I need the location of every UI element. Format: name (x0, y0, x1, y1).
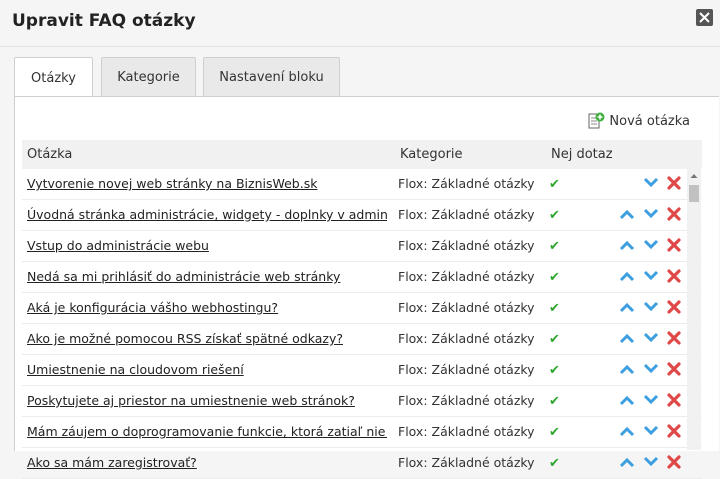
delete-icon[interactable] (667, 393, 681, 410)
column-header-top-question: Nej dotaz (551, 147, 613, 162)
table-row: Nedá sa mi prihlásiť do administrácie we… (22, 262, 702, 293)
question-link[interactable]: Nedá sa mi prihlásiť do administrácie we… (27, 269, 387, 284)
question-link[interactable]: Umiestnenie na cloudovom riešení (27, 362, 387, 377)
table-body: Vytvorenie novej web stránky na BiznisWe… (22, 169, 702, 479)
question-link[interactable]: Vytvorenie novej web stránky na BiznisWe… (27, 176, 387, 191)
category-cell: Flox: Základné otázky (398, 238, 535, 253)
question-link[interactable]: Ako je možné pomocou RSS získať spätné o… (27, 331, 387, 346)
question-link[interactable]: Mám záujem o doprogramovanie funkcie, kt… (27, 424, 387, 439)
column-header-category: Kategorie (400, 147, 463, 162)
category-cell: Flox: Základné otázky (398, 362, 535, 377)
check-icon: ✔ (549, 425, 560, 440)
table-row: Mám záujem o doprogramovanie funkcie, kt… (22, 417, 702, 448)
add-question-button[interactable]: Nová otázka (587, 110, 690, 132)
delete-icon[interactable] (667, 455, 681, 472)
move-up-icon[interactable] (619, 239, 635, 254)
dialog-titlebar: Upravit FAQ otázky (0, 0, 720, 47)
faq-table: Otázka Kategorie Nej dotaz Vytvorenie no… (22, 140, 702, 479)
move-down-icon[interactable] (643, 177, 659, 192)
check-icon: ✔ (549, 270, 560, 285)
move-up-icon[interactable] (619, 425, 635, 440)
table-row: Vstup do administrácie webu Flox: Základn… (22, 231, 702, 262)
move-up-icon[interactable] (619, 332, 635, 347)
table-row: Poskytujete aj priestor na umiestnenie w… (22, 386, 702, 417)
move-down-icon[interactable] (643, 239, 659, 254)
category-cell: Flox: Základné otázky (398, 331, 535, 346)
move-down-icon[interactable] (643, 270, 659, 285)
check-icon: ✔ (549, 456, 560, 471)
check-icon: ✔ (549, 239, 560, 254)
move-down-icon[interactable] (643, 456, 659, 471)
table-row: Umiestnenie na cloudovom riešení Flox: Zá… (22, 355, 702, 386)
move-down-icon[interactable] (643, 332, 659, 347)
check-icon: ✔ (549, 208, 560, 223)
move-down-icon[interactable] (643, 208, 659, 223)
vertical-scrollbar[interactable] (687, 169, 701, 450)
category-cell: Flox: Základné otázky (398, 176, 535, 191)
category-cell: Flox: Základné otázky (398, 300, 535, 315)
check-icon: ✔ (549, 332, 560, 347)
move-up-icon[interactable] (619, 208, 635, 223)
question-link[interactable]: Vstup do administrácie webu (27, 238, 387, 253)
check-icon: ✔ (549, 301, 560, 316)
question-link[interactable]: Ako sa mám zaregistrovať? (27, 455, 387, 470)
tab-kategorie[interactable]: Kategorie (101, 57, 196, 96)
table-row: Aká je konfigurácia vášho webhostingu? Fl… (22, 293, 702, 324)
question-link[interactable]: Úvodná stránka administrácie, widgety - … (27, 207, 387, 222)
move-up-icon[interactable] (619, 270, 635, 285)
table-row: Úvodná stránka administrácie, widgety - … (22, 200, 702, 231)
scrollbar-thumb[interactable] (689, 185, 699, 202)
table-row: Vytvorenie novej web stránky na BiznisWe… (22, 169, 702, 200)
add-question-label: Nová otázka (609, 113, 690, 129)
check-icon: ✔ (549, 394, 560, 409)
category-cell: Flox: Základné otázky (398, 455, 535, 470)
category-cell: Flox: Základné otázky (398, 269, 535, 284)
move-up-icon[interactable] (619, 394, 635, 409)
column-header-question: Otázka (27, 147, 73, 162)
table-row: Ako je možné pomocou RSS získať spätné o… (22, 324, 702, 355)
category-cell: Flox: Základné otázky (398, 393, 535, 408)
tab-otazky[interactable]: Otázky (14, 57, 93, 98)
tab-nastaveni-bloku[interactable]: Nastavení bloku (203, 57, 340, 96)
delete-icon[interactable] (667, 331, 681, 348)
edit-faq-dialog: Upravit FAQ otázky Otázky Kategorie Nast… (0, 0, 720, 479)
check-icon: ✔ (549, 363, 560, 378)
check-icon: ✔ (549, 177, 560, 192)
move-up-icon[interactable] (619, 301, 635, 316)
move-down-icon[interactable] (643, 301, 659, 316)
category-cell: Flox: Základné otázky (398, 207, 535, 222)
delete-icon[interactable] (667, 238, 681, 255)
delete-icon[interactable] (667, 176, 681, 193)
delete-icon[interactable] (667, 362, 681, 379)
dialog-title: Upravit FAQ otázky (12, 11, 196, 31)
delete-icon[interactable] (667, 269, 681, 286)
question-link[interactable]: Aká je konfigurácia vášho webhostingu? (27, 300, 387, 315)
move-down-icon[interactable] (643, 363, 659, 378)
question-link[interactable]: Poskytujete aj priestor na umiestnenie w… (27, 393, 387, 408)
move-down-icon[interactable] (643, 425, 659, 440)
delete-icon[interactable] (667, 207, 681, 224)
category-cell: Flox: Základné otázky (398, 424, 535, 439)
close-icon[interactable] (696, 9, 713, 26)
move-up-icon[interactable] (619, 363, 635, 378)
move-up-icon[interactable] (619, 456, 635, 471)
add-document-icon (588, 112, 605, 129)
scroll-up-arrow-icon[interactable] (687, 169, 701, 183)
table-header: Otázka Kategorie Nej dotaz (22, 140, 702, 169)
delete-icon[interactable] (667, 300, 681, 317)
table-row: Ako sa mám zaregistrovať? Flox: Základné … (22, 448, 702, 479)
delete-icon[interactable] (667, 424, 681, 441)
move-down-icon[interactable] (643, 394, 659, 409)
